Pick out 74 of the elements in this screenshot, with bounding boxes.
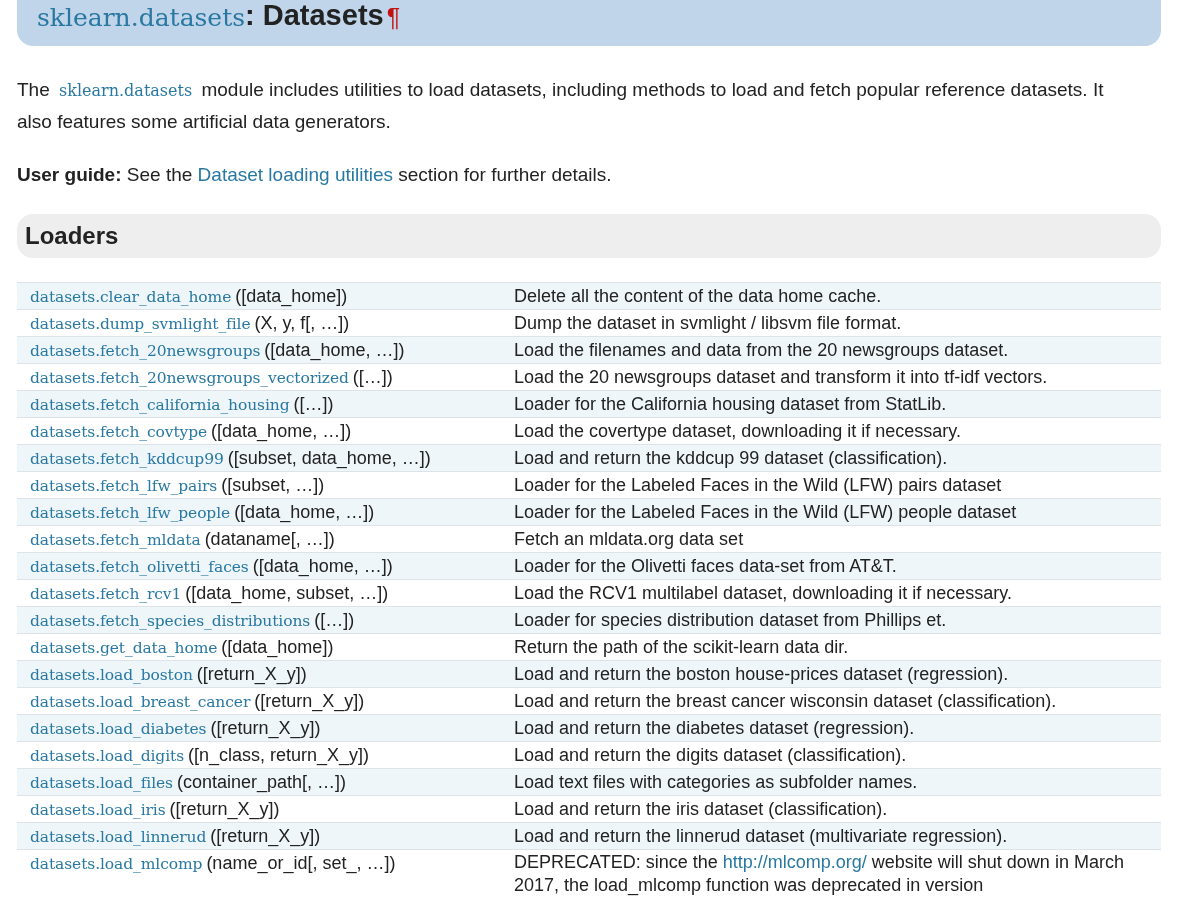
description-text: Loader for species distribution dataset from Phillips et.	[513, 609, 948, 632]
signature-text: ([return_X_y])	[169, 799, 280, 819]
signature-text: ([data_home])	[235, 286, 348, 306]
signature-text: (dataname[, …])	[204, 529, 335, 549]
permalink-link[interactable]: ¶	[386, 3, 401, 32]
function-link[interactable]: datasets.fetch_lfw_pairs	[30, 477, 218, 495]
description-text: Loader for the Olivetti faces data-set from AT&T.	[513, 555, 898, 578]
signature-text: ([subset, data_home, …])	[227, 448, 431, 468]
function-link[interactable]: datasets.load_linnerud	[30, 828, 207, 846]
description-text: DEPRECATED: since the http://mlcomp.org/ website will shut down in March 2017, the load_mlcomp function was deprecated in version	[513, 851, 1125, 898]
mlcomp-link[interactable]: http://mlcomp.org/	[722, 852, 867, 872]
description-text: Load the filenames and data from the 20 newsgroups dataset.	[513, 339, 1010, 362]
signature-text: ([…])	[293, 394, 334, 414]
signature-text: ([data_home, …])	[252, 556, 393, 576]
description-text: Load text files with categories as subfolder names.	[513, 771, 919, 794]
function-link[interactable]: datasets.fetch_rcv1	[30, 585, 182, 603]
module-name-link[interactable]: sklearn.datasets	[37, 3, 246, 32]
function-link[interactable]: datasets.fetch_covtype	[30, 423, 208, 441]
function-link[interactable]: datasets.fetch_20newsgroups_vectorized	[30, 369, 349, 387]
function-link[interactable]: datasets.fetch_lfw_people	[30, 504, 231, 522]
function-link[interactable]: datasets.fetch_kddcup99	[30, 450, 224, 468]
function-link[interactable]: datasets.dump_svmlight_file	[30, 315, 251, 333]
dataset-loading-link[interactable]: Dataset loading utilities	[197, 164, 393, 185]
signature-text: ([return_X_y])	[254, 691, 365, 711]
description-text: Load the RCV1 multilabel dataset, downloading it if necessary.	[513, 582, 1013, 605]
signature-text: ([data_home, subset, …])	[185, 583, 389, 603]
function-link[interactable]: datasets.load_iris	[30, 801, 166, 819]
page-title: : Datasets	[245, 0, 384, 32]
description-text: Loader for the California housing dataset from StatLib.	[513, 393, 948, 416]
description-text: Return the path of the scikit-learn data dir.	[513, 636, 850, 659]
description-text: Load and return the diabetes dataset (regression).	[513, 717, 916, 740]
description-text: Dump the dataset in svmlight / libsvm file format.	[513, 312, 903, 335]
function-link[interactable]: datasets.fetch_california_housing	[30, 396, 290, 414]
signature-text: ([data_home, …])	[211, 421, 352, 441]
function-link[interactable]: datasets.fetch_20newsgroups	[30, 342, 261, 360]
description-text: Delete all the content of the data home cache.	[513, 285, 883, 308]
signature-text: (container_path[, …])	[176, 772, 347, 792]
signature-text: ([return_X_y])	[210, 718, 321, 738]
function-link[interactable]: datasets.fetch_olivetti_faces	[30, 558, 249, 576]
section-heading: Loaders	[17, 214, 1161, 258]
function-link[interactable]: datasets.load_digits	[30, 747, 184, 765]
description-text: Fetch an mldata.org data set	[513, 528, 745, 551]
intro-paragraph: The sklearn.datasets module includes utilities to load datasets, including methods to load and fetch popular reference datasets. It also features some artificial data generators.	[17, 78, 1105, 134]
signature-text: ([…])	[352, 367, 393, 387]
function-link[interactable]: datasets.load_breast_cancer	[30, 693, 251, 711]
function-link[interactable]: datasets.load_files	[30, 774, 173, 792]
function-link[interactable]: datasets.clear_data_home	[30, 288, 232, 306]
function-link[interactable]: datasets.fetch_species_distributions	[30, 612, 311, 630]
function-link[interactable]: datasets.get_data_home	[30, 639, 218, 657]
signature-text: ([return_X_y])	[210, 826, 321, 846]
function-link[interactable]: datasets.load_diabetes	[30, 720, 207, 738]
description-text: Load the 20 newsgroups dataset and transform it into tf-idf vectors.	[513, 366, 1049, 389]
description-text: Load and return the breast cancer wisconsin dataset (classification).	[513, 690, 1058, 713]
signature-text: ([n_class, return_X_y])	[188, 745, 370, 765]
description-text: Load and return the linnerud dataset (multivariate regression).	[513, 825, 1009, 848]
signature-text: ([data_home, …])	[234, 502, 375, 522]
signature-text: ([data_home, …])	[264, 340, 405, 360]
description-text: Load and return the digits dataset (classification).	[513, 744, 908, 767]
description-text: Load and return the boston house-prices dataset (regression).	[513, 663, 1010, 686]
function-link[interactable]: datasets.load_boston	[30, 666, 193, 684]
description-text: Loader for the Labeled Faces in the Wild (LFW) pairs dataset	[513, 474, 1003, 497]
signature-text: (name_or_id[, set_, …])	[206, 853, 396, 873]
description-text: Load and return the iris dataset (classification).	[513, 798, 889, 821]
signature-text: ([…])	[314, 610, 355, 630]
signature-text: ([data_home])	[221, 637, 334, 657]
description-text: Load the covertype dataset, downloading it if necessary.	[513, 420, 962, 443]
function-link[interactable]: datasets.load_mlcomp	[30, 855, 203, 873]
signature-text: ([subset, …])	[221, 475, 325, 495]
description-text: Load and return the kddcup 99 dataset (classification).	[513, 447, 949, 470]
function-link[interactable]: datasets.fetch_mldata	[30, 531, 201, 549]
user-guide-text: User guide: See the Dataset loading utilities section for further details.	[17, 163, 613, 187]
signature-text: (X, y, f[, …])	[254, 313, 350, 333]
description-text: Loader for the Labeled Faces in the Wild (LFW) people dataset	[513, 501, 1018, 524]
signature-text: ([return_X_y])	[196, 664, 307, 684]
